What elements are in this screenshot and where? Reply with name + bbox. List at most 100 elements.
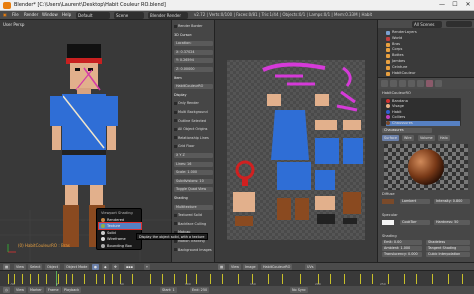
keyframe-marker (344, 274, 345, 284)
specular-shader-select[interactable]: CookTorr (400, 220, 430, 225)
npanel-row-x-0-37024[interactable]: X: 0.37024 (174, 49, 213, 55)
ambient-field[interactable]: Ambient: 1.000 (382, 246, 422, 251)
menu-help[interactable]: Help (62, 12, 71, 17)
shading-option-texture[interactable]: Texture (98, 222, 142, 231)
outliner-item-renderlayers[interactable]: RenderLayers (392, 30, 417, 35)
tangent-checkbox[interactable]: Tangent Shading (426, 246, 470, 251)
timeline-menu-playback[interactable]: Playback (62, 287, 82, 293)
material-slot-habit[interactable]: Habit (386, 109, 460, 115)
keyframe-marker (22, 274, 23, 284)
timeline-menu-view[interactable]: View (14, 287, 27, 293)
render-tab-icon[interactable] (381, 80, 388, 87)
timeline-editor-type-button[interactable]: ◷ (3, 287, 10, 293)
diffuse-color-swatch[interactable] (382, 199, 394, 204)
menu-file[interactable]: File (12, 12, 19, 17)
shading-option-bounding-box[interactable]: Bounding Box (99, 243, 141, 249)
outliner-item-bottes[interactable]: Bottes (392, 53, 404, 58)
texture-tab-icon[interactable] (435, 80, 442, 87)
tab-surface[interactable]: Surface (382, 135, 399, 141)
npanel-row-scale-1-000[interactable]: Scale: 1.000 (174, 170, 213, 176)
props-object-name: HabitCouleurRO (382, 91, 411, 95)
npanel-row-x-y-z[interactable]: X Y Z (174, 153, 213, 158)
npanel-row-outline-selected[interactable]: Outline Selected (174, 119, 213, 124)
npanel-row-all-object-origins[interactable]: All Object Origins (174, 127, 213, 132)
npanel-row-y-0-26594[interactable]: Y: 0.26594 (174, 58, 213, 64)
npanel-row-render-border[interactable]: Render Border (174, 24, 213, 29)
npanel-row-lines-16[interactable]: Lines: 16 (174, 161, 213, 167)
outliner-item-corps[interactable]: Corps (392, 47, 402, 52)
outliner-panel[interactable]: All Scenes RenderLayers World Bras Corps Bot… (378, 20, 474, 78)
editor-type-icon[interactable]: ▣ (3, 12, 7, 17)
material-slot-bandana[interactable]: Bandana (386, 99, 460, 104)
npanel-row-subdivisions-10[interactable]: Subdivisions: 10 (174, 178, 213, 184)
start-frame-field[interactable]: Start: 1 (160, 287, 177, 293)
specular-hardness-field[interactable]: Hardness: 50 (434, 220, 470, 225)
npanel-row-location[interactable]: Location: (174, 41, 213, 47)
render-engine-select[interactable]: Blender Render (148, 12, 188, 19)
npanel-row-textured-solid[interactable]: Textured Solid (174, 213, 213, 218)
material-slot-chaussures[interactable]: Chaussures (386, 120, 460, 126)
material-name-field[interactable]: Chaussures (382, 128, 432, 133)
outliner-item-bras[interactable]: Bras (392, 42, 400, 47)
object-tab-icon[interactable] (408, 80, 415, 87)
3d-viewport[interactable]: User Persp (0) HabitCouleurRO : Bras (0, 20, 172, 262)
keyframe-marker (300, 274, 301, 284)
menu-window[interactable]: Window (42, 12, 58, 17)
wireframe-shading-icon (101, 237, 105, 242)
npanel-row-background-images[interactable]: Background Images (174, 248, 213, 253)
tab-halo[interactable]: Halo (438, 135, 450, 141)
shading-option-solid[interactable]: Solid (99, 230, 141, 236)
timeline-menu-frame[interactable]: Frame (46, 287, 61, 293)
scene-select[interactable]: Scene (114, 12, 144, 19)
uv-image-editor[interactable] (215, 20, 378, 262)
diffuse-shader-select[interactable]: Lambert (400, 199, 430, 204)
menu-render[interactable]: Render (24, 12, 38, 17)
specular-color-swatch[interactable] (382, 220, 394, 225)
tab-volume[interactable]: Volume (418, 135, 435, 141)
shading-option-label: Rendered (107, 218, 125, 222)
timeline-menu-marker[interactable]: Marker (28, 287, 44, 293)
screen-layout-select[interactable]: Default (76, 12, 110, 19)
npanel-row-backface-culling[interactable]: Backface Culling (174, 222, 213, 227)
modifier-tab-icon[interactable] (417, 80, 424, 87)
npanel-row-multi-background[interactable]: Multi Background (174, 110, 213, 115)
outliner-item-ceinture[interactable]: Ceinture (392, 65, 407, 70)
npanel-row-z-0-00000[interactable]: Z: 0.00000 (174, 67, 213, 72)
outliner-item-jambes[interactable]: Jambes (392, 59, 405, 64)
properties-editor[interactable]: HabitCouleurRO Bandana Visage Habit Collier… (378, 78, 474, 262)
outliner-item-world[interactable]: World (392, 36, 402, 41)
npanel-row-multitexture[interactable]: Multitexture (174, 204, 213, 210)
material-type-tabs: Surface Wire Volume Halo (382, 135, 470, 141)
npanel-row-only-render[interactable]: Only Render (174, 101, 213, 106)
shadeless-checkbox[interactable]: Shadeless (426, 240, 470, 245)
translucency-field[interactable]: Translucency: 0.000 (382, 252, 422, 257)
shading-option-label: Bounding Box (107, 243, 132, 248)
close-button[interactable]: ✕ (462, 1, 474, 9)
keyframe-marker (238, 274, 239, 284)
tab-wire[interactable]: Wire (402, 135, 414, 141)
npanel-row-relationship-lines[interactable]: Relationship Lines (174, 136, 213, 141)
end-frame-field[interactable]: End: 250 (190, 287, 210, 293)
diffuse-intensity-field[interactable]: Intensity: 0.800 (434, 199, 470, 204)
keyframe-marker (132, 274, 133, 284)
material-tab-icon[interactable] (426, 80, 433, 87)
world-tab-icon[interactable] (399, 80, 406, 87)
minimize-button[interactable]: — (436, 1, 448, 9)
npanel-row-grid-floor[interactable]: Grid Floor (174, 144, 213, 149)
shading-option-wireframe[interactable]: Wireframe (99, 236, 141, 242)
material-slot-visage[interactable]: Visage (386, 104, 460, 109)
sync-select[interactable]: No Sync (290, 287, 308, 293)
shading-option-rendered[interactable]: Rendered (99, 217, 141, 223)
timeline[interactable]: -50 0 50 100 150 200 250 (0, 270, 474, 287)
material-slot-colliers[interactable]: Colliers (386, 115, 460, 120)
outliner-item-habitcouleur[interactable]: HabitCouleur (392, 71, 416, 76)
outliner-search-input[interactable] (446, 21, 472, 27)
material-slot-list[interactable]: Bandana Visage Habit Colliers Chaussures (381, 98, 461, 126)
emit-field[interactable]: Emit: 0.00 (382, 240, 422, 245)
scene-tab-icon[interactable] (390, 80, 397, 87)
outliner-display-select[interactable]: All Scenes (412, 21, 442, 28)
maximize-button[interactable]: ☐ (449, 1, 461, 9)
cubic-checkbox[interactable]: Cubic Interpolation (426, 252, 470, 257)
npanel-row-habitcouleurro[interactable]: HabitCouleurRO (174, 84, 213, 90)
npanel-row-toggle-quad-view[interactable]: Toggle Quad View (174, 187, 213, 193)
